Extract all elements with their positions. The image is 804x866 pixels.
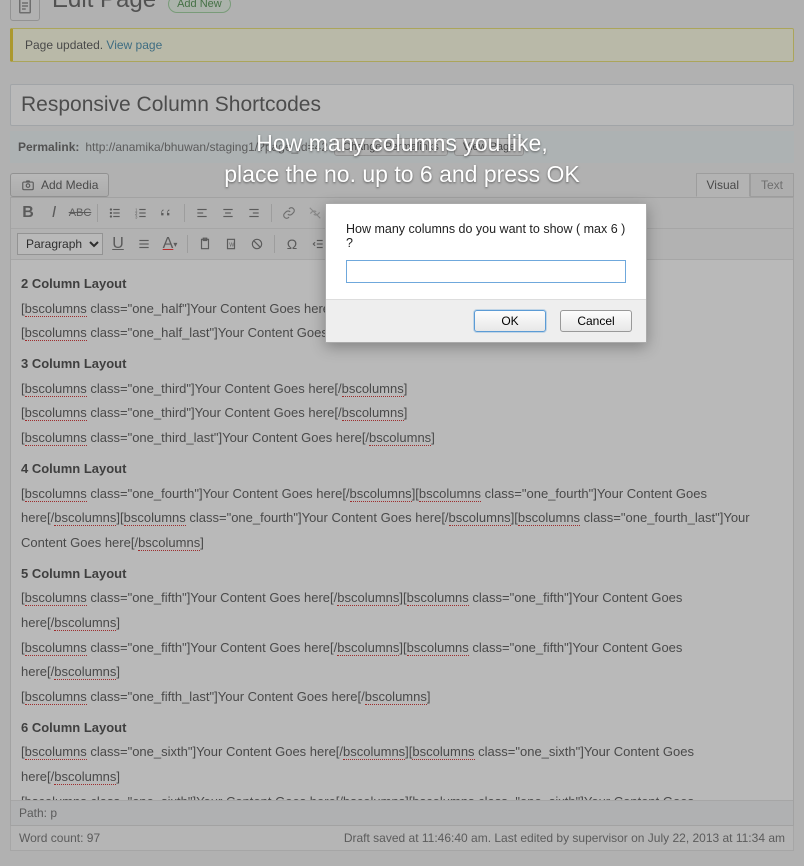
camera-icon — [21, 178, 35, 192]
notice-message: Page updated. — [25, 38, 103, 52]
special-char-button[interactable]: Ω — [281, 233, 303, 255]
footer-bar: Word count: 97 Draft saved at 11:46:40 a… — [10, 826, 794, 851]
add-media-label: Add Media — [41, 178, 98, 192]
svg-text:3: 3 — [135, 214, 138, 219]
strikethrough-button[interactable]: ABC — [69, 202, 91, 224]
align-justify-button[interactable] — [133, 233, 155, 255]
content-line: [bscolumns class="one_third"]Your Conten… — [21, 401, 783, 426]
blockquote-button[interactable] — [156, 202, 178, 224]
format-select[interactable]: Paragraph — [17, 233, 103, 255]
numbered-list-button[interactable]: 123 — [130, 202, 152, 224]
remove-format-button[interactable] — [246, 233, 268, 255]
svg-text:W: W — [229, 242, 234, 248]
page-icon — [10, 0, 40, 21]
title-input[interactable]: Responsive Column Shortcodes — [10, 84, 794, 126]
content-line: [bscolumns class="one_fifth"]Your Conten… — [21, 586, 783, 635]
unlink-button[interactable] — [304, 202, 326, 224]
content-line: [bscolumns class="one_third_last"]Your C… — [21, 426, 783, 451]
dialog-question: How many columns do you want to show ( m… — [346, 222, 626, 250]
content-heading: 6 Column Layout — [21, 716, 783, 741]
bullet-list-button[interactable] — [104, 202, 126, 224]
path-bar: Path: p — [11, 800, 793, 825]
cancel-button[interactable]: Cancel — [560, 310, 632, 332]
separator — [184, 204, 185, 222]
link-button[interactable] — [278, 202, 300, 224]
align-right-button[interactable] — [243, 202, 265, 224]
content-line: [bscolumns class="one_fourth"]Your Conte… — [21, 482, 783, 556]
columns-count-input[interactable] — [346, 260, 626, 283]
columns-prompt-dialog: How many columns do you want to show ( m… — [325, 203, 647, 343]
ok-button[interactable]: OK — [474, 310, 546, 332]
separator — [187, 235, 188, 253]
text-color-button[interactable]: A▾ — [159, 233, 181, 255]
content-heading: 3 Column Layout — [21, 352, 783, 377]
bold-button[interactable]: B — [17, 202, 39, 224]
title-text: Responsive Column Shortcodes — [21, 93, 783, 117]
permalink-label: Permalink: — [18, 140, 79, 154]
underline-button[interactable]: U — [107, 233, 129, 255]
italic-button[interactable]: I — [43, 202, 65, 224]
content-line: [bscolumns class="one_sixth"]Your Conten… — [21, 790, 783, 800]
align-left-button[interactable] — [191, 202, 213, 224]
add-new-button[interactable]: Add New — [168, 0, 231, 13]
content-line: [bscolumns class="one_sixth"]Your Conten… — [21, 740, 783, 789]
view-page-link[interactable]: View page — [106, 38, 162, 52]
overlay-instruction: How many columns you like, place the no.… — [152, 128, 652, 190]
word-count: Word count: 97 — [19, 831, 100, 845]
content-line: [bscolumns class="one_third"]Your Conten… — [21, 377, 783, 402]
tab-text[interactable]: Text — [750, 173, 794, 197]
save-status: Draft saved at 11:46:40 am. Last edited … — [344, 831, 785, 845]
paste-word-button[interactable]: W — [220, 233, 242, 255]
page-title: Edit Page — [52, 0, 156, 14]
align-center-button[interactable] — [217, 202, 239, 224]
separator — [274, 235, 275, 253]
separator — [271, 204, 272, 222]
separator — [97, 204, 98, 222]
content-heading: 4 Column Layout — [21, 457, 783, 482]
paste-text-button[interactable] — [194, 233, 216, 255]
content-line: [bscolumns class="one_fifth"]Your Conten… — [21, 636, 783, 685]
tab-visual[interactable]: Visual — [696, 173, 750, 197]
content-heading: 5 Column Layout — [21, 562, 783, 587]
add-media-button[interactable]: Add Media — [10, 173, 109, 197]
update-notice: Page updated. View page — [10, 28, 794, 62]
content-line: [bscolumns class="one_fifth_last"]Your C… — [21, 685, 783, 710]
